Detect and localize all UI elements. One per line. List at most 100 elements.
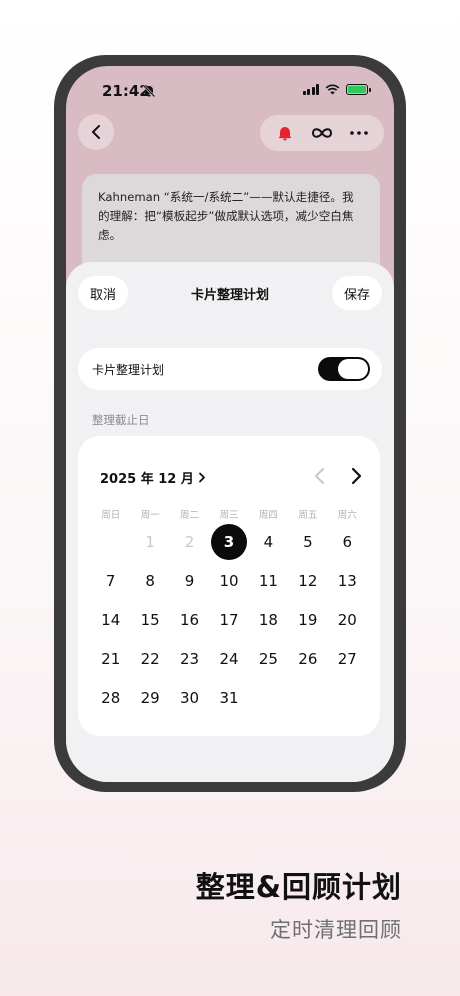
day-cell[interactable]: 19 bbox=[288, 600, 327, 639]
day-number: 9 bbox=[184, 571, 195, 590]
infinity-icon bbox=[311, 128, 332, 138]
day-cell[interactable]: 30 bbox=[170, 678, 209, 717]
weekday-header: 周日 周一 周二 周三 周四 周五 周六 bbox=[91, 507, 367, 521]
status-bar: 21:42 bbox=[66, 66, 394, 116]
chevron-left-icon bbox=[92, 125, 100, 139]
day-cell[interactable]: 3 bbox=[209, 522, 248, 561]
toggle-label: 卡片整理计划 bbox=[92, 362, 165, 377]
loop-button[interactable] bbox=[308, 119, 336, 147]
bell-icon bbox=[278, 127, 291, 141]
day-number: 25 bbox=[258, 649, 278, 668]
weekday-label: 周二 bbox=[180, 510, 200, 521]
day-number: 17 bbox=[219, 610, 239, 629]
day-number: 31 bbox=[219, 688, 239, 707]
day-cell[interactable]: 27 bbox=[328, 639, 367, 678]
day-number: 30 bbox=[180, 688, 200, 707]
weekday-label: 周四 bbox=[258, 510, 278, 521]
day-number: 4 bbox=[263, 532, 274, 551]
promo-subtitle: 定时清理回顾 bbox=[270, 918, 402, 942]
day-cell[interactable]: 10 bbox=[209, 561, 248, 600]
weekday-label: 周一 bbox=[140, 510, 160, 521]
day-number: 7 bbox=[105, 571, 116, 590]
day-number: 10 bbox=[219, 571, 239, 590]
chevron-right-icon bbox=[198, 472, 205, 483]
month-label: 2025 年 12 月 bbox=[100, 472, 194, 487]
day-cell[interactable]: 23 bbox=[170, 639, 209, 678]
day-number: 13 bbox=[337, 571, 357, 590]
back-button[interactable] bbox=[78, 114, 114, 150]
day-number: 8 bbox=[145, 571, 155, 590]
phone-screen: 21:42 Kahneman “系统一/系统二”——默认走捷径。我的理解：把“模… bbox=[66, 66, 394, 782]
day-cell[interactable]: 9 bbox=[170, 561, 209, 600]
day-number: 29 bbox=[140, 688, 160, 707]
day-number: 23 bbox=[180, 649, 200, 668]
more-button[interactable] bbox=[345, 119, 373, 147]
day-cell[interactable]: 4 bbox=[249, 522, 288, 561]
day-number: 24 bbox=[219, 649, 239, 668]
day-number: 27 bbox=[337, 649, 357, 668]
weekday-label: 周三 bbox=[219, 510, 239, 521]
day-number: 12 bbox=[298, 571, 318, 590]
day-cell[interactable]: 2 bbox=[170, 522, 209, 561]
switch-knob bbox=[338, 359, 368, 379]
prev-month-button[interactable] bbox=[310, 466, 330, 486]
day-cell[interactable]: 13 bbox=[328, 561, 367, 600]
day-cell[interactable]: 18 bbox=[249, 600, 288, 639]
battery-icon bbox=[346, 84, 371, 95]
day-number: 11 bbox=[258, 571, 278, 590]
day-cell[interactable]: 1 bbox=[130, 522, 169, 561]
day-cell[interactable]: 21 bbox=[91, 639, 130, 678]
day-number: 28 bbox=[101, 688, 121, 707]
day-cell[interactable]: 11 bbox=[249, 561, 288, 600]
day-cell[interactable]: 22 bbox=[130, 639, 169, 678]
day-number bbox=[93, 524, 129, 560]
day-number: 22 bbox=[140, 649, 160, 668]
plan-toggle-switch[interactable] bbox=[318, 357, 370, 381]
next-month-button[interactable] bbox=[346, 466, 366, 486]
note-text: Kahneman “系统一/系统二”——默认走捷径。我的理解：把“模板起步”做成… bbox=[98, 190, 354, 242]
day-number: 20 bbox=[337, 610, 357, 629]
day-cell[interactable]: 20 bbox=[328, 600, 367, 639]
day-number: 5 bbox=[303, 532, 313, 551]
day-cell[interactable]: 15 bbox=[130, 600, 169, 639]
day-cell[interactable]: 6 bbox=[328, 522, 367, 561]
status-right bbox=[302, 84, 371, 95]
day-number: 21 bbox=[101, 649, 121, 668]
weekday-label: 周日 bbox=[101, 510, 121, 521]
day-cell[interactable]: 25 bbox=[249, 639, 288, 678]
month-selector[interactable]: 2025 年 12 月 bbox=[100, 468, 206, 487]
day-cell[interactable]: 31 bbox=[209, 678, 248, 717]
day-cell[interactable]: 7 bbox=[91, 561, 130, 600]
day-grid: 1 2 3 4 5 6 7 8 9 10 11 12 13 14 15 16 17 18 19 20 21 22 23 24 2… bbox=[91, 522, 367, 717]
day-cell[interactable]: 29 bbox=[130, 678, 169, 717]
day-cell[interactable]: 17 bbox=[209, 600, 248, 639]
day-number: 3 bbox=[210, 523, 247, 560]
day-cell[interactable]: 26 bbox=[288, 639, 327, 678]
day-cell-empty bbox=[91, 522, 130, 561]
calendar: 2025 年 12 月 周日 周一 周二 周三 周四 周五 周六 1 2 3 4 5 6 7 8 9 10 11… bbox=[78, 436, 380, 736]
day-cell[interactable]: 28 bbox=[91, 678, 130, 717]
day-number: 15 bbox=[140, 610, 160, 629]
reminder-button[interactable] bbox=[271, 119, 299, 147]
day-number: 18 bbox=[258, 610, 278, 629]
day-cell[interactable]: 12 bbox=[288, 561, 327, 600]
day-cell[interactable]: 24 bbox=[209, 639, 248, 678]
promo-title: 整理&回顾计划 bbox=[195, 870, 402, 904]
wifi-icon bbox=[325, 84, 340, 95]
day-number: 14 bbox=[101, 610, 121, 629]
nav-actions bbox=[260, 115, 384, 151]
signal-icon bbox=[302, 84, 319, 95]
day-cell[interactable]: 14 bbox=[91, 600, 130, 639]
day-number: 16 bbox=[180, 610, 200, 629]
plan-toggle-row: 卡片整理计划 bbox=[78, 348, 382, 390]
day-cell[interactable]: 16 bbox=[170, 600, 209, 639]
weekday-label: 周六 bbox=[337, 510, 357, 521]
plan-sheet: 取消 卡片整理计划 保存 卡片整理计划 整理截止日 2025 年 12 月 周日… bbox=[66, 262, 394, 782]
day-number: 2 bbox=[184, 532, 195, 551]
day-cell[interactable]: 8 bbox=[130, 561, 169, 600]
day-cell[interactable]: 5 bbox=[288, 522, 327, 561]
more-icon bbox=[350, 131, 369, 135]
save-button[interactable]: 保存 bbox=[331, 276, 382, 310]
day-number: 6 bbox=[342, 532, 353, 551]
weekday-label: 周五 bbox=[298, 510, 318, 521]
